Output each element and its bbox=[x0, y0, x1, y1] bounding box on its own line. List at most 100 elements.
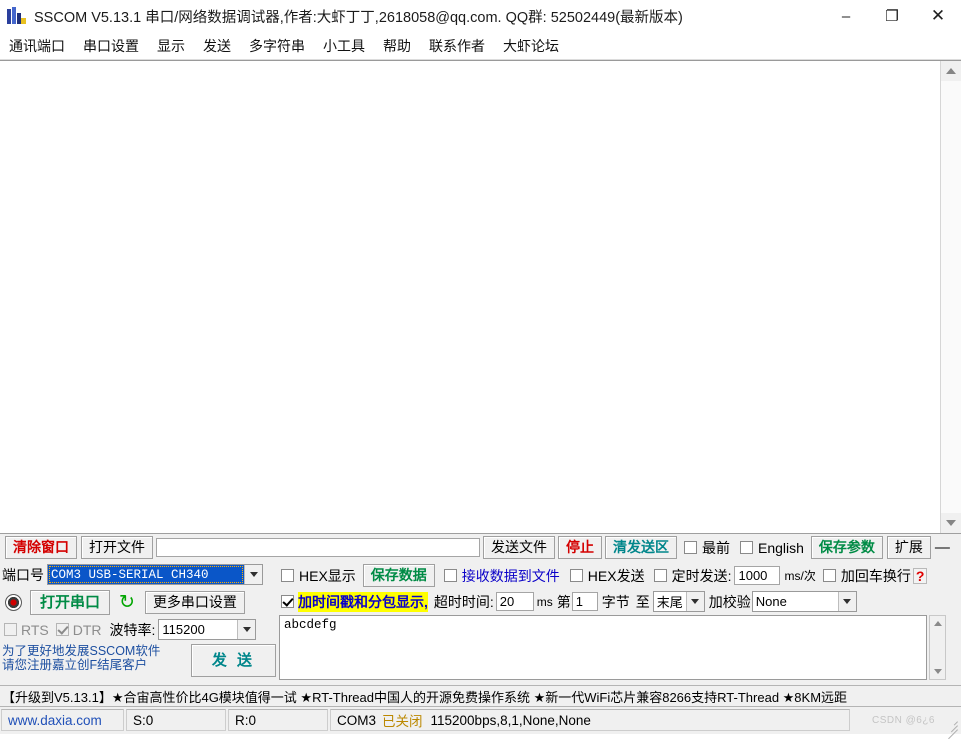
receive-to-file-checkbox[interactable] bbox=[443, 569, 457, 582]
chevron-down-icon[interactable] bbox=[237, 620, 256, 639]
port-select[interactable]: COM3 USB-SERIAL CH340 bbox=[47, 564, 263, 585]
menu-item-comm-port[interactable]: 通讯端口 bbox=[0, 34, 74, 58]
control-panel: 端口号 COM3 USB-SERIAL CH340 打开串口 ↻ 更多串口设置 … bbox=[0, 561, 961, 685]
timed-send-interval-input[interactable] bbox=[734, 566, 781, 585]
refresh-icon[interactable]: ↻ bbox=[119, 593, 135, 612]
menu-item-help[interactable]: 帮助 bbox=[374, 34, 420, 58]
clear-send-area-button[interactable]: 清发送区 bbox=[605, 536, 677, 559]
rts-checkbox[interactable] bbox=[4, 623, 17, 636]
send-scroll-up-button[interactable] bbox=[930, 616, 945, 631]
timeout-unit-label: ms bbox=[536, 594, 553, 609]
status-port-status: 已关闭 bbox=[382, 714, 423, 729]
baud-label: 波特率: bbox=[109, 621, 156, 638]
timeout-input[interactable] bbox=[495, 592, 534, 611]
timed-send-label: 定时发送: bbox=[671, 567, 732, 584]
send-box-scrollbar[interactable] bbox=[929, 615, 946, 680]
maximize-button[interactable]: ❐ bbox=[869, 0, 915, 32]
options-panel: HEX显示 保存数据 接收数据到文件 HEX发送 定时发送: ms/次 加回车换… bbox=[276, 561, 961, 685]
baud-select[interactable]: 115200 bbox=[158, 619, 257, 640]
byte-prefix-label: 第 bbox=[556, 593, 571, 610]
topmost-checkbox[interactable] bbox=[684, 541, 697, 554]
status-port-name: COM3 bbox=[337, 712, 377, 728]
append-crlf-checkbox[interactable] bbox=[822, 569, 836, 582]
hex-send-checkbox[interactable] bbox=[569, 569, 583, 582]
scroll-up-button[interactable] bbox=[941, 61, 961, 81]
extend-button[interactable]: 扩展 bbox=[886, 536, 931, 559]
open-port-row: 打开串口 ↻ 更多串口设置 bbox=[0, 585, 276, 615]
minimize-button[interactable]: – bbox=[823, 0, 869, 32]
promo-line-2: 请您注册嘉立创F结尾客户 bbox=[2, 658, 148, 672]
timestamp-label[interactable]: 加时间戳和分包显示, bbox=[298, 591, 428, 612]
more-serial-settings-button[interactable]: 更多串口设置 bbox=[144, 591, 245, 614]
scroll-track[interactable] bbox=[941, 81, 961, 513]
receive-scrollbar[interactable] bbox=[940, 61, 961, 533]
port-label: 端口号 bbox=[2, 566, 44, 583]
menu-item-tools[interactable]: 小工具 bbox=[314, 34, 374, 58]
chevron-down-icon[interactable] bbox=[685, 592, 704, 611]
english-checkbox[interactable] bbox=[740, 541, 753, 554]
menu-item-display[interactable]: 显示 bbox=[148, 34, 194, 58]
status-website-link[interactable]: www.daxia.com bbox=[1, 709, 124, 731]
byte-end-select[interactable]: 末尾 bbox=[652, 591, 705, 612]
send-text-area[interactable]: abcdefg bbox=[279, 615, 927, 680]
receive-to-file-label[interactable]: 接收数据到文件 bbox=[462, 566, 560, 586]
english-label: English bbox=[758, 539, 804, 556]
dtr-label: DTR bbox=[72, 621, 102, 638]
checksum-select[interactable]: None bbox=[751, 591, 857, 612]
triangle-up-icon bbox=[946, 68, 956, 74]
timestamp-checkbox[interactable] bbox=[281, 595, 294, 608]
save-params-button[interactable]: 保存参数 bbox=[810, 536, 883, 559]
open-port-button[interactable]: 打开串口 bbox=[30, 590, 111, 615]
status-port-state: COM3 已关闭 115200bps,8,1,None,None bbox=[330, 709, 850, 731]
stop-button[interactable]: 停止 bbox=[558, 536, 602, 559]
promo-line-1: 为了更好地发展SSCOM软件 bbox=[2, 644, 161, 658]
flow-baud-row: RTS DTR 波特率: 115200 bbox=[0, 615, 276, 640]
ad-banner[interactable]: 【升级到V5.13.1】★合宙高性价比4G模块值得一试 ★RT-Thread中国… bbox=[0, 685, 961, 707]
scroll-down-button[interactable] bbox=[941, 513, 961, 533]
byte-word-label: 字节 bbox=[601, 593, 630, 610]
resize-grip[interactable] bbox=[944, 717, 958, 739]
ad-banner-text[interactable]: 【升级到V5.13.1】★合宙高性价比4G模块值得一试 ★RT-Thread中国… bbox=[0, 687, 847, 706]
sscom-window: SSCOM V5.13.1 串口/网络数据调试器,作者:大虾丁丁,2618058… bbox=[0, 0, 961, 739]
send-file-button[interactable]: 发送文件 bbox=[483, 536, 555, 559]
timeout-label: 超时时间: bbox=[433, 593, 494, 610]
close-button[interactable]: ✕ bbox=[915, 0, 961, 32]
byte-to-label: 至 bbox=[635, 593, 650, 610]
receive-area-container bbox=[0, 60, 961, 533]
extend-collapse-dash[interactable]: — bbox=[935, 539, 950, 556]
window-controls: – ❐ ✕ bbox=[823, 0, 961, 32]
dtr-checkbox[interactable] bbox=[55, 623, 69, 636]
receive-text-area[interactable] bbox=[0, 61, 940, 533]
timed-send-unit-label: ms/次 bbox=[784, 569, 816, 583]
rts-label: RTS bbox=[21, 621, 49, 638]
help-question-icon[interactable]: ? bbox=[912, 567, 928, 584]
serial-settings-panel: 端口号 COM3 USB-SERIAL CH340 打开串口 ↻ 更多串口设置 … bbox=[0, 561, 276, 685]
byte-index-input[interactable] bbox=[571, 592, 598, 611]
hex-display-checkbox[interactable] bbox=[281, 569, 294, 582]
chevron-down-icon[interactable] bbox=[244, 565, 262, 584]
menu-item-multi-string[interactable]: 多字符串 bbox=[240, 34, 314, 58]
append-crlf-label: 加回车换行 bbox=[840, 567, 911, 584]
menu-item-serial-settings[interactable]: 串口设置 bbox=[74, 34, 148, 58]
port-row: 端口号 COM3 USB-SERIAL CH340 bbox=[0, 561, 276, 585]
chevron-down-icon[interactable] bbox=[837, 592, 856, 611]
topmost-label: 最前 bbox=[702, 539, 730, 556]
menu-item-forum[interactable]: 大虾论坛 bbox=[494, 34, 568, 58]
send-scroll-down-button[interactable] bbox=[930, 664, 945, 679]
save-data-button[interactable]: 保存数据 bbox=[362, 564, 435, 587]
watermark: CSDN @6¿6 bbox=[872, 715, 935, 726]
timestamp-options-row: 加时间戳和分包显示, 超时时间: ms 第 字节 至 末尾 加校验 None bbox=[276, 587, 961, 612]
triangle-down-icon bbox=[946, 520, 956, 526]
open-file-button[interactable]: 打开文件 bbox=[81, 536, 153, 559]
menu-bar: 通讯端口 串口设置 显示 发送 多字符串 小工具 帮助 联系作者 大虾论坛 bbox=[0, 32, 961, 60]
promo-send-row: 为了更好地发展SSCOM软件 请您注册嘉立创F结尾客户 发 送 bbox=[0, 640, 276, 677]
menu-item-contact-author[interactable]: 联系作者 bbox=[420, 34, 494, 58]
file-path-input[interactable] bbox=[156, 538, 480, 557]
clear-window-button[interactable]: 清除窗口 bbox=[5, 536, 77, 559]
menu-item-send[interactable]: 发送 bbox=[194, 34, 240, 58]
send-box-row: abcdefg bbox=[276, 612, 961, 680]
timed-send-checkbox[interactable] bbox=[653, 569, 667, 582]
status-led bbox=[5, 594, 22, 611]
status-sent-count: S:0 bbox=[126, 709, 226, 731]
send-button[interactable]: 发 送 bbox=[190, 644, 276, 677]
